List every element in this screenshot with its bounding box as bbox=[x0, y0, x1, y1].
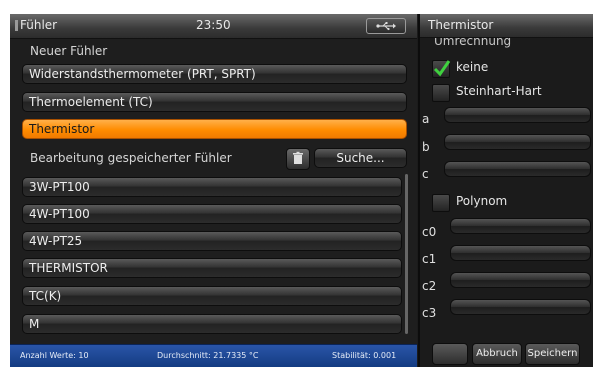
thermistor-settings-pane: Thermistor Umrechnung keine Steinhart-Ha… bbox=[418, 14, 593, 367]
none-checkbox[interactable] bbox=[432, 60, 451, 78]
stability-value: Stabilität: 0.001 bbox=[332, 351, 397, 360]
saved-sensors-heading: Bearbeitung gespeicherter Fühler bbox=[30, 151, 232, 165]
saved-sensor-item[interactable]: THERMISTOR bbox=[22, 258, 402, 278]
average-value: Durchschnitt: 21.7335 °C bbox=[157, 351, 259, 360]
coef-c2-input[interactable] bbox=[450, 272, 591, 288]
coef-label: c0 bbox=[422, 225, 437, 239]
saved-sensor-item[interactable]: 3W-PT100 bbox=[22, 177, 402, 197]
pane-title: Fühler bbox=[20, 18, 58, 32]
sensor-type-prt[interactable]: Widerstandsthermometer (PRT, SPRT) bbox=[22, 64, 407, 84]
sensor-type-tc[interactable]: Thermoelement (TC) bbox=[22, 92, 407, 112]
usb-icon bbox=[366, 18, 406, 34]
trash-icon bbox=[293, 151, 303, 164]
save-button[interactable]: Speichern bbox=[525, 343, 580, 365]
app-window: Fühler 23:50 Neuer Fühler Widerstandsthe… bbox=[10, 14, 593, 367]
steinhart-checkbox[interactable] bbox=[432, 84, 450, 102]
blank-button[interactable] bbox=[432, 343, 468, 365]
list-scrollbar[interactable] bbox=[405, 174, 408, 334]
coef-label: c bbox=[422, 167, 429, 181]
saved-sensor-item[interactable]: 4W-PT100 bbox=[22, 204, 402, 224]
clock: 23:50 bbox=[196, 18, 231, 32]
polynom-option-label: Polynom bbox=[456, 194, 508, 208]
saved-sensor-item[interactable]: 4W-PT25 bbox=[22, 231, 402, 251]
none-option-label: keine bbox=[456, 60, 489, 74]
coef-label: b bbox=[422, 140, 430, 154]
saved-sensor-item[interactable]: TC(K) bbox=[22, 286, 402, 306]
coef-c1-input[interactable] bbox=[450, 245, 591, 261]
coef-c0-input[interactable] bbox=[450, 218, 591, 234]
new-sensor-heading: Neuer Fühler bbox=[30, 44, 108, 58]
steinhart-option-label: Steinhart-Hart bbox=[456, 84, 542, 98]
delete-button[interactable] bbox=[286, 148, 310, 170]
search-button[interactable]: Suche... bbox=[314, 148, 407, 168]
coef-label: c1 bbox=[422, 252, 437, 266]
conversion-heading: Umrechnung bbox=[434, 38, 512, 48]
sensor-type-thermistor[interactable]: Thermistor bbox=[22, 119, 407, 139]
coef-b-input[interactable] bbox=[444, 134, 591, 150]
coef-a-input[interactable] bbox=[444, 107, 591, 123]
sensor-list-pane: Fühler 23:50 Neuer Fühler Widerstandsthe… bbox=[10, 14, 417, 367]
menu-marker-icon bbox=[15, 20, 18, 31]
coef-label: c3 bbox=[422, 306, 437, 320]
cancel-button[interactable]: Abbruch bbox=[472, 343, 522, 365]
saved-sensor-item[interactable]: M bbox=[22, 314, 402, 334]
settings-title: Thermistor bbox=[420, 14, 593, 38]
coef-label: c2 bbox=[422, 279, 437, 293]
coef-c-input[interactable] bbox=[444, 161, 591, 177]
coef-c3-input[interactable] bbox=[450, 299, 591, 315]
value-count: Anzahl Werte: 10 bbox=[20, 351, 89, 360]
checkmark-icon bbox=[433, 60, 451, 77]
status-bar: Anzahl Werte: 10 Durchschnitt: 21.7335 °… bbox=[10, 344, 417, 367]
title-bar: Fühler 23:50 bbox=[10, 14, 417, 39]
polynom-checkbox[interactable] bbox=[432, 194, 450, 212]
coef-label: a bbox=[422, 112, 430, 126]
